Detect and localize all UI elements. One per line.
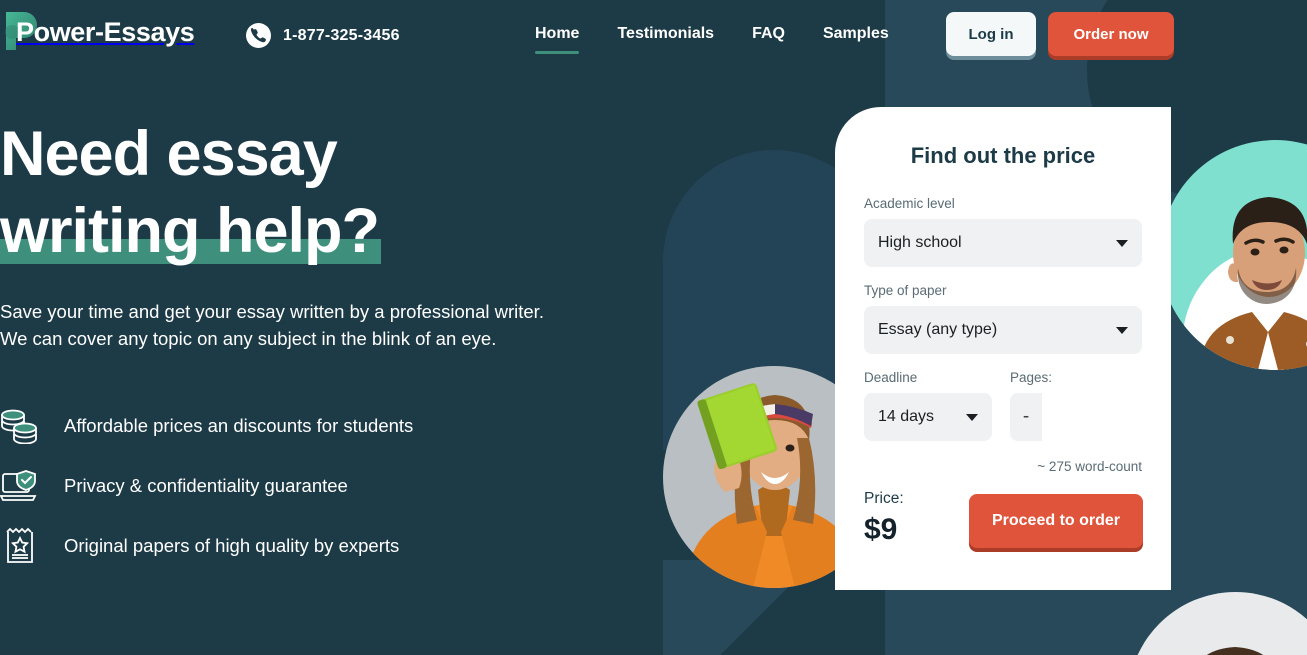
pages-field: Pages: - + (1010, 370, 1142, 441)
academic-level-value: High school (878, 234, 962, 251)
academic-level-select[interactable]: High school (864, 219, 1142, 267)
landing-page: Power-Essays 1-877-325-3456 Home Testimo… (0, 0, 1307, 655)
price-value: $9 (864, 513, 898, 546)
phone-number: 1-877-325-3456 (283, 26, 400, 44)
chevron-down-icon (1116, 240, 1128, 247)
page-title: Need essay writing help? (0, 116, 620, 270)
brand-name: Power-Essays (16, 16, 195, 47)
paper-type-value: Essay (any type) (878, 321, 998, 338)
paper-type-field: Type of paper Essay (any type) (864, 283, 1142, 354)
feature-item: Affordable prices an discounts for stude… (0, 396, 620, 456)
laptop-shield-icon (0, 466, 40, 506)
coins-stack-icon (0, 406, 40, 446)
feature-label: Affordable prices an discounts for stude… (64, 415, 414, 437)
quantity-stepper: - + (1010, 393, 1120, 441)
order-now-button[interactable]: Order now (1048, 12, 1174, 56)
feature-item: Privacy & confidentiality guarantee (0, 456, 620, 516)
feature-item: Original papers of high quality by exper… (0, 516, 620, 576)
deadline-label: Deadline (864, 370, 918, 385)
academic-level-label: Academic level (864, 196, 955, 211)
deadline-value: 14 days (878, 408, 935, 425)
nav-item-home[interactable]: Home (535, 25, 580, 54)
hero-section: Need essay writing help? Save your time … (0, 116, 620, 576)
academic-level-field: Academic level High school (864, 196, 1142, 267)
main-navigation: Home Testimonials FAQ Samples (535, 25, 889, 54)
pages-decrement-button[interactable]: - (1010, 393, 1042, 441)
hero-subtitle-line2: We can cover any topic on any subject in… (0, 328, 497, 350)
phone-icon (246, 23, 271, 48)
deadline-field: Deadline 14 days (864, 370, 992, 441)
phone-number-block[interactable]: 1-877-325-3456 (246, 23, 400, 48)
price-label: Price: (864, 490, 904, 507)
nav-item-testimonials[interactable]: Testimonials (617, 25, 714, 54)
nav-item-samples[interactable]: Samples (823, 25, 889, 54)
proceed-to-order-button[interactable]: Proceed to order (969, 494, 1143, 548)
feature-list: Affordable prices an discounts for stude… (0, 396, 620, 576)
paper-type-select[interactable]: Essay (any type) (864, 306, 1142, 354)
hero-subtitle: Save your time and get your essay writte… (0, 298, 620, 354)
pages-label: Pages: (1010, 370, 1053, 385)
deadline-select[interactable]: 14 days (864, 393, 992, 441)
hero-title-line1: Need essay (0, 119, 338, 189)
hero-title-line2-highlighted: writing help? (0, 193, 381, 270)
word-count-text: ~ 275 word-count (1037, 459, 1142, 474)
login-button[interactable]: Log in (946, 12, 1036, 56)
certificate-star-icon (0, 526, 40, 566)
chevron-down-icon (966, 414, 978, 421)
pages-input[interactable] (1042, 393, 1120, 441)
nav-item-faq[interactable]: FAQ (752, 25, 785, 54)
brand-logo[interactable]: Power-Essays (0, 8, 195, 56)
feature-label: Privacy & confidentiality guarantee (64, 475, 348, 497)
paper-type-label: Type of paper (864, 283, 947, 298)
calculator-title: Find out the price (910, 143, 1096, 168)
chevron-down-icon (1116, 327, 1128, 334)
hero-subtitle-line1: Save your time and get your essay writte… (0, 300, 544, 322)
feature-label: Original papers of high quality by exper… (64, 535, 400, 557)
site-header: Power-Essays 1-877-325-3456 Home Testimo… (0, 0, 1307, 75)
